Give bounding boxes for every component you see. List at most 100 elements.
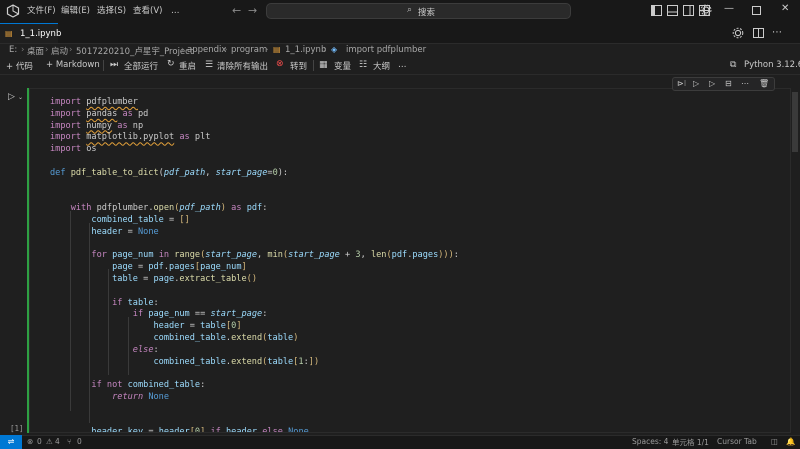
code-token: return (112, 392, 149, 402)
breadcrumb-program[interactable]: program (231, 45, 267, 55)
code-token: combined_table (153, 333, 226, 343)
code-token: ]) (308, 356, 320, 367)
code-line: if page_num == start_page: (50, 308, 268, 320)
run-cell-icon[interactable]: ▷ (8, 92, 15, 102)
execute-below-icon[interactable]: ▷ (709, 79, 715, 88)
settings-gear-icon[interactable] (700, 4, 712, 16)
tab-bar (0, 23, 800, 44)
code-token: None (137, 226, 159, 237)
code-token: import (50, 97, 87, 107)
code-token: page_num (148, 309, 190, 320)
error-count[interactable]: 0 (37, 437, 42, 446)
menu-view[interactable]: 查看(V) (133, 5, 162, 18)
toggle-primary-sidebar-icon[interactable] (651, 5, 662, 16)
goto-button[interactable]: 转到 (290, 60, 307, 72)
command-search-box[interactable]: ⌕ 搜索 (266, 3, 571, 19)
tab-notebook[interactable]: ▤ 1_1.ipynb (0, 23, 62, 43)
variables-icon: ▦ (319, 60, 328, 70)
cell-position-status[interactable]: 单元格 1/1 (672, 437, 709, 448)
code-token: as (174, 132, 195, 143)
restart-icon: ↻ (167, 59, 175, 69)
remote-indicator-icon[interactable]: ⇌ (0, 435, 22, 449)
toggle-secondary-sidebar-icon[interactable] (683, 5, 694, 16)
code-token: extend (231, 356, 263, 367)
code-line: combined_table.extend(table) (50, 332, 298, 344)
code-token: pd (137, 108, 149, 119)
code-line: combined_table.extend(table[1:]) (50, 356, 319, 368)
error-icon: ⊗ (27, 437, 34, 446)
warning-count[interactable]: 4 (55, 437, 60, 446)
indentation-status[interactable]: Spaces: 4 (632, 437, 668, 446)
clear-all-outputs-button[interactable]: 清除所有输出 (217, 60, 268, 72)
menu-edit[interactable]: 编辑(E) (61, 5, 90, 18)
code-line: page = pdf.pages[page_num] (50, 261, 247, 273)
code-token: else (257, 427, 289, 433)
vertical-scrollbar-thumb[interactable] (792, 92, 798, 152)
breadcrumb-appendix[interactable]: appendix (187, 45, 226, 55)
menu-selection[interactable]: 选择(S) (97, 5, 126, 18)
split-editor-icon[interactable] (753, 28, 764, 38)
breadcrumb-drive[interactable]: E: (9, 45, 17, 55)
tab-label: 1_1.ipynb (20, 29, 62, 39)
close-window-icon[interactable]: ✕ (781, 3, 789, 14)
code-token: combined_table (127, 380, 201, 391)
outline-button[interactable]: 大纲 (373, 60, 390, 72)
run-options-chevron-icon[interactable]: ⌄ (18, 94, 23, 101)
add-markdown-cell-button[interactable]: + Markdown (46, 60, 100, 70)
code-token: : (153, 344, 159, 355)
breadcrumb-cell[interactable]: import pdfplumber (346, 45, 426, 55)
code-token: os (86, 144, 97, 155)
run-all-button[interactable]: 全部运行 (124, 60, 158, 72)
cursor-tab-status[interactable]: Cursor Tab (717, 437, 757, 446)
editor-more-actions-icon[interactable]: ⋯ (772, 27, 782, 38)
toolbar-more-button[interactable]: … (398, 60, 407, 70)
code-token: page (112, 262, 133, 273)
accounts-icon[interactable]: ◫ (771, 437, 778, 446)
restart-kernel-button[interactable]: 重启 (179, 60, 196, 72)
search-label: 搜索 (418, 8, 436, 18)
breadcrumb-separator-icon: › (181, 45, 185, 55)
delete-cell-icon[interactable]: 🗑 (759, 79, 769, 88)
code-line: if table: (50, 297, 159, 309)
code-token: = (184, 321, 201, 332)
minimize-icon[interactable]: — (724, 3, 734, 14)
code-token: header (158, 427, 190, 433)
code-cell-editor[interactable]: import pdfplumber import pandas as pd impo… (29, 88, 791, 433)
ports-count[interactable]: 0 (77, 437, 82, 446)
kernel-picker-button[interactable]: Python 3.12.6 (744, 60, 800, 70)
menu-file[interactable]: 文件(F) (27, 5, 56, 18)
code-token: header (153, 321, 185, 332)
breadcrumb-file[interactable]: 1_1.ipynb (285, 45, 326, 55)
code-line: with pdfplumber.open(pdf_path) as pdf: (50, 202, 268, 214)
cell-more-icon[interactable]: ⋯ (741, 79, 749, 88)
toolbar-divider (103, 60, 104, 71)
menu-more[interactable]: … (171, 5, 180, 18)
breadcrumb-cell-icon: ◈ (331, 45, 338, 54)
breadcrumb-start[interactable]: 启动 (51, 45, 68, 57)
split-cell-icon[interactable]: ⊟ (725, 79, 732, 88)
breadcrumb-desktop[interactable]: 桌面 (27, 45, 44, 57)
add-code-cell-button[interactable]: + 代码 (6, 60, 33, 72)
toggle-panel-icon[interactable] (667, 5, 678, 16)
code-token: import (50, 132, 87, 143)
code-line: import os (50, 143, 97, 155)
maximize-icon[interactable] (752, 6, 761, 15)
back-arrow-icon[interactable]: ← (232, 4, 241, 17)
code-token: : (153, 297, 159, 308)
breadcrumb-project[interactable]: 5017220210_卢星宇_Project (76, 45, 193, 57)
code-token: for (91, 250, 113, 261)
run-by-line-icon[interactable]: ⊳⁝ (677, 79, 686, 88)
ports-icon: ⑂ (67, 437, 72, 446)
execute-above-icon[interactable]: ▷ (693, 79, 699, 88)
code-line: header_key = header[0] if header else No… (50, 426, 308, 433)
warning-icon: ⚠ (46, 437, 53, 446)
notifications-bell-icon[interactable]: 🔔 (786, 437, 795, 446)
variables-button[interactable]: 变量 (334, 60, 351, 72)
forward-arrow-icon[interactable]: → (248, 4, 257, 17)
code-token: page_num (112, 250, 154, 261)
notebook-settings-icon[interactable] (732, 27, 744, 39)
code-token: extract_table (179, 274, 247, 284)
code-token: = (163, 215, 180, 225)
